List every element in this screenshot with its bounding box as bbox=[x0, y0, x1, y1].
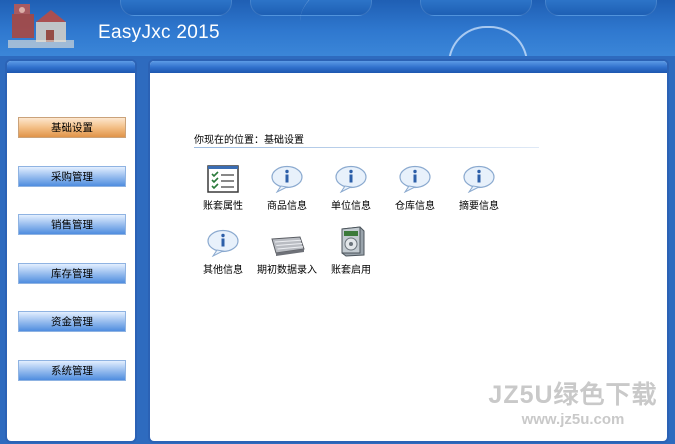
info-icon bbox=[399, 165, 431, 193]
site-watermark: JZ5U绿色下载 www.jz5u.com bbox=[478, 375, 668, 435]
title-banner: EasyJxc 2015 bbox=[0, 0, 675, 56]
info-icon bbox=[207, 229, 239, 257]
breadcrumb: 你现在的位置：基础设置 bbox=[194, 135, 304, 146]
item-label: 其他信息 bbox=[203, 265, 243, 276]
banner-decoration bbox=[120, 0, 232, 16]
breadcrumb-divider bbox=[194, 147, 539, 148]
sidebar-header-bar bbox=[7, 61, 135, 73]
product-info-button[interactable]: 商品信息 bbox=[252, 163, 322, 212]
watermark-brand: JZ5U绿色下载 bbox=[488, 381, 658, 409]
warehouse-info-button[interactable]: 仓库信息 bbox=[380, 163, 450, 212]
sidebar-item-purchase[interactable]: 采购管理 bbox=[18, 166, 126, 187]
checklist-icon bbox=[207, 165, 239, 193]
item-label: 账套启用 bbox=[331, 265, 371, 276]
sidebar-item-basic-settings[interactable]: 基础设置 bbox=[18, 117, 126, 138]
item-label: 期初数据录入 bbox=[257, 265, 317, 276]
item-label: 摘要信息 bbox=[459, 201, 499, 212]
sidebar-item-sales[interactable]: 销售管理 bbox=[18, 214, 126, 235]
sidebar-item-inventory[interactable]: 库存管理 bbox=[18, 263, 126, 284]
account-enable-button[interactable]: 账套启用 bbox=[316, 226, 386, 276]
other-info-button[interactable]: 其他信息 bbox=[188, 227, 258, 276]
item-label: 账套属性 bbox=[203, 201, 243, 212]
main-header-bar bbox=[150, 61, 667, 73]
info-icon bbox=[335, 165, 367, 193]
item-label: 商品信息 bbox=[267, 201, 307, 212]
keyboard-icon bbox=[271, 236, 305, 256]
sidebar-panel: 基础设置 采购管理 销售管理 库存管理 资金管理 系统管理 bbox=[5, 59, 137, 443]
app-title: EasyJxc 2015 bbox=[98, 22, 220, 43]
sidebar-item-system[interactable]: 系统管理 bbox=[18, 360, 126, 381]
info-icon bbox=[463, 165, 495, 193]
info-icon bbox=[271, 165, 303, 193]
item-label: 仓库信息 bbox=[395, 201, 435, 212]
account-properties-button[interactable]: 账套属性 bbox=[188, 163, 258, 212]
warehouse-logo-icon bbox=[8, 4, 74, 48]
opening-data-entry-button[interactable]: 期初数据录入 bbox=[252, 227, 322, 276]
unit-info-button[interactable]: 单位信息 bbox=[316, 163, 386, 212]
summary-info-button[interactable]: 摘要信息 bbox=[444, 163, 514, 212]
software-box-icon bbox=[341, 226, 365, 257]
item-label: 单位信息 bbox=[331, 201, 371, 212]
sidebar-item-funds[interactable]: 资金管理 bbox=[18, 311, 126, 332]
watermark-url: www.jz5u.com bbox=[521, 411, 625, 428]
